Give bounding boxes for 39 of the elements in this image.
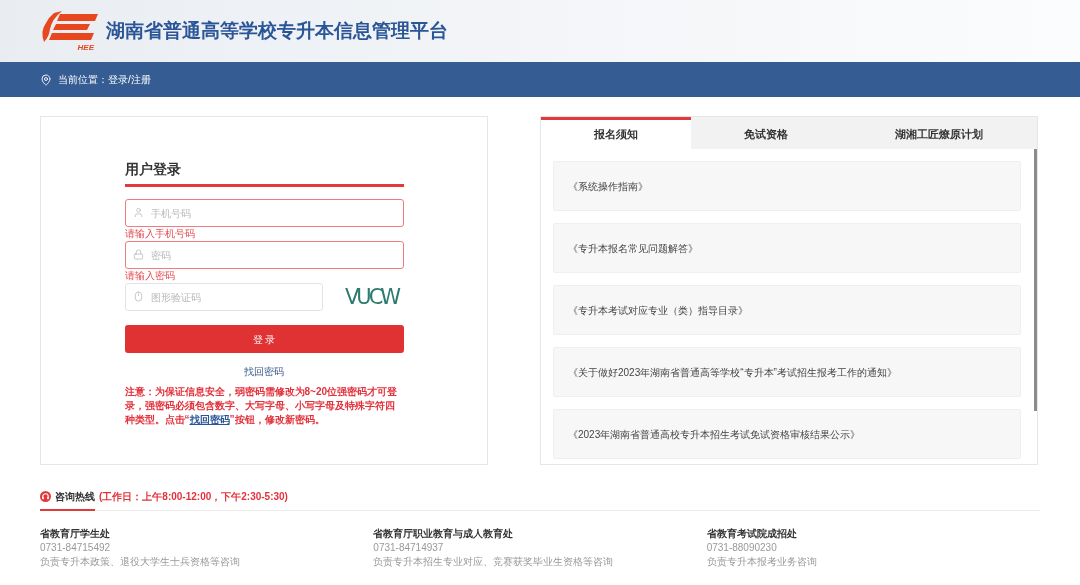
- contact-description: 负责专升本招生专业对应、竞赛获奖毕业生资格等咨询: [373, 555, 614, 569]
- notice-item[interactable]: 《专升本报名常见问题解答》: [553, 223, 1021, 273]
- notice-item[interactable]: 《系统操作指南》: [553, 161, 1021, 211]
- logo-text: HEE: [77, 42, 94, 52]
- scrollbar-thumb[interactable]: [1034, 149, 1037, 411]
- tab[interactable]: 免试资格: [691, 117, 841, 149]
- hotline-title: 咨询热线: [55, 490, 95, 504]
- captcha-field[interactable]: 图形验证码: [124, 283, 323, 311]
- headset-icon: [40, 491, 51, 502]
- contact-description: 负责专升本政策、退役大学生士兵资格等咨询: [40, 555, 240, 569]
- lock-icon: [132, 249, 144, 260]
- login-button[interactable]: 登 录: [124, 325, 404, 353]
- contact-name: 省教育考试院成招处: [706, 527, 797, 541]
- site-title: 湖南省普通高等学校专升本信息管理平台: [106, 18, 448, 43]
- contact-description: 负责专升本报考业务咨询: [706, 555, 817, 569]
- contact-phone: 0731-84714937: [373, 541, 444, 555]
- contact-name: 省教育厅学生处: [40, 527, 110, 541]
- breadcrumb-path: 登录/注册: [108, 73, 151, 87]
- forgot-password-link[interactable]: 找回密码: [189, 414, 230, 425]
- hotline-hours: (工作日：上午8:00-12:00，下午2:30-5:30): [99, 490, 288, 504]
- error-message: 请输入密码: [124, 269, 175, 282]
- location-pin-icon: [40, 73, 52, 86]
- contact-phone: 0731-88090230: [706, 541, 777, 555]
- phone-field[interactable]: 手机号码: [124, 199, 404, 227]
- password-field[interactable]: 密码: [124, 241, 404, 269]
- login-title: 用户登录: [124, 160, 181, 179]
- password-notice: 注意：为保证信息安全，弱密码需修改为8~20位强密码才可登录，强密码必须包含数字、大写字母、小写字母及特殊字符四种类型。点击“找回密码”按钮，修改新密码。: [124, 385, 399, 427]
- error-message: 请输入手机号码: [124, 227, 195, 240]
- notice-item[interactable]: 《关于做好2023年湖南省普通高等学校“专升本”考试招生报考工作的通知》: [553, 347, 1021, 397]
- contact-name: 省教育厅职业教育与成人教育处: [373, 527, 514, 541]
- breadcrumb-label: 当前位置：: [58, 73, 108, 87]
- contact-phone: 0731-84715492: [40, 541, 111, 555]
- user-icon: [132, 207, 144, 218]
- notice-item[interactable]: 《专升本考试对应专业（类）指导目录》: [553, 285, 1021, 335]
- mouse-icon: [132, 291, 144, 302]
- logo-icon: [40, 10, 98, 43]
- forgot-password-link[interactable]: 找回密码: [244, 365, 284, 379]
- tab[interactable]: 湖湘工匠燎原计划: [841, 117, 1037, 149]
- notice-item[interactable]: 《2023年湖南省普通高校专升本招生考试免试资格审核结果公示》: [553, 409, 1021, 459]
